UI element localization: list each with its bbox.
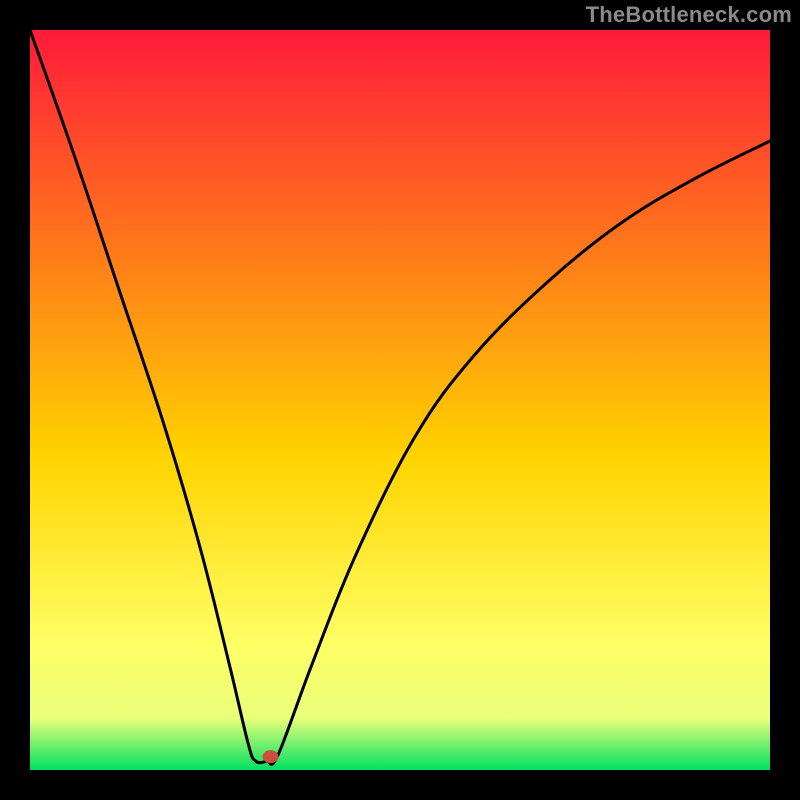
chart-svg <box>30 30 770 770</box>
gradient-background <box>30 30 770 770</box>
marker-dot <box>263 750 279 763</box>
plot-area <box>30 30 770 770</box>
watermark-text: TheBottleneck.com <box>586 2 792 28</box>
chart-frame: TheBottleneck.com <box>0 0 800 800</box>
